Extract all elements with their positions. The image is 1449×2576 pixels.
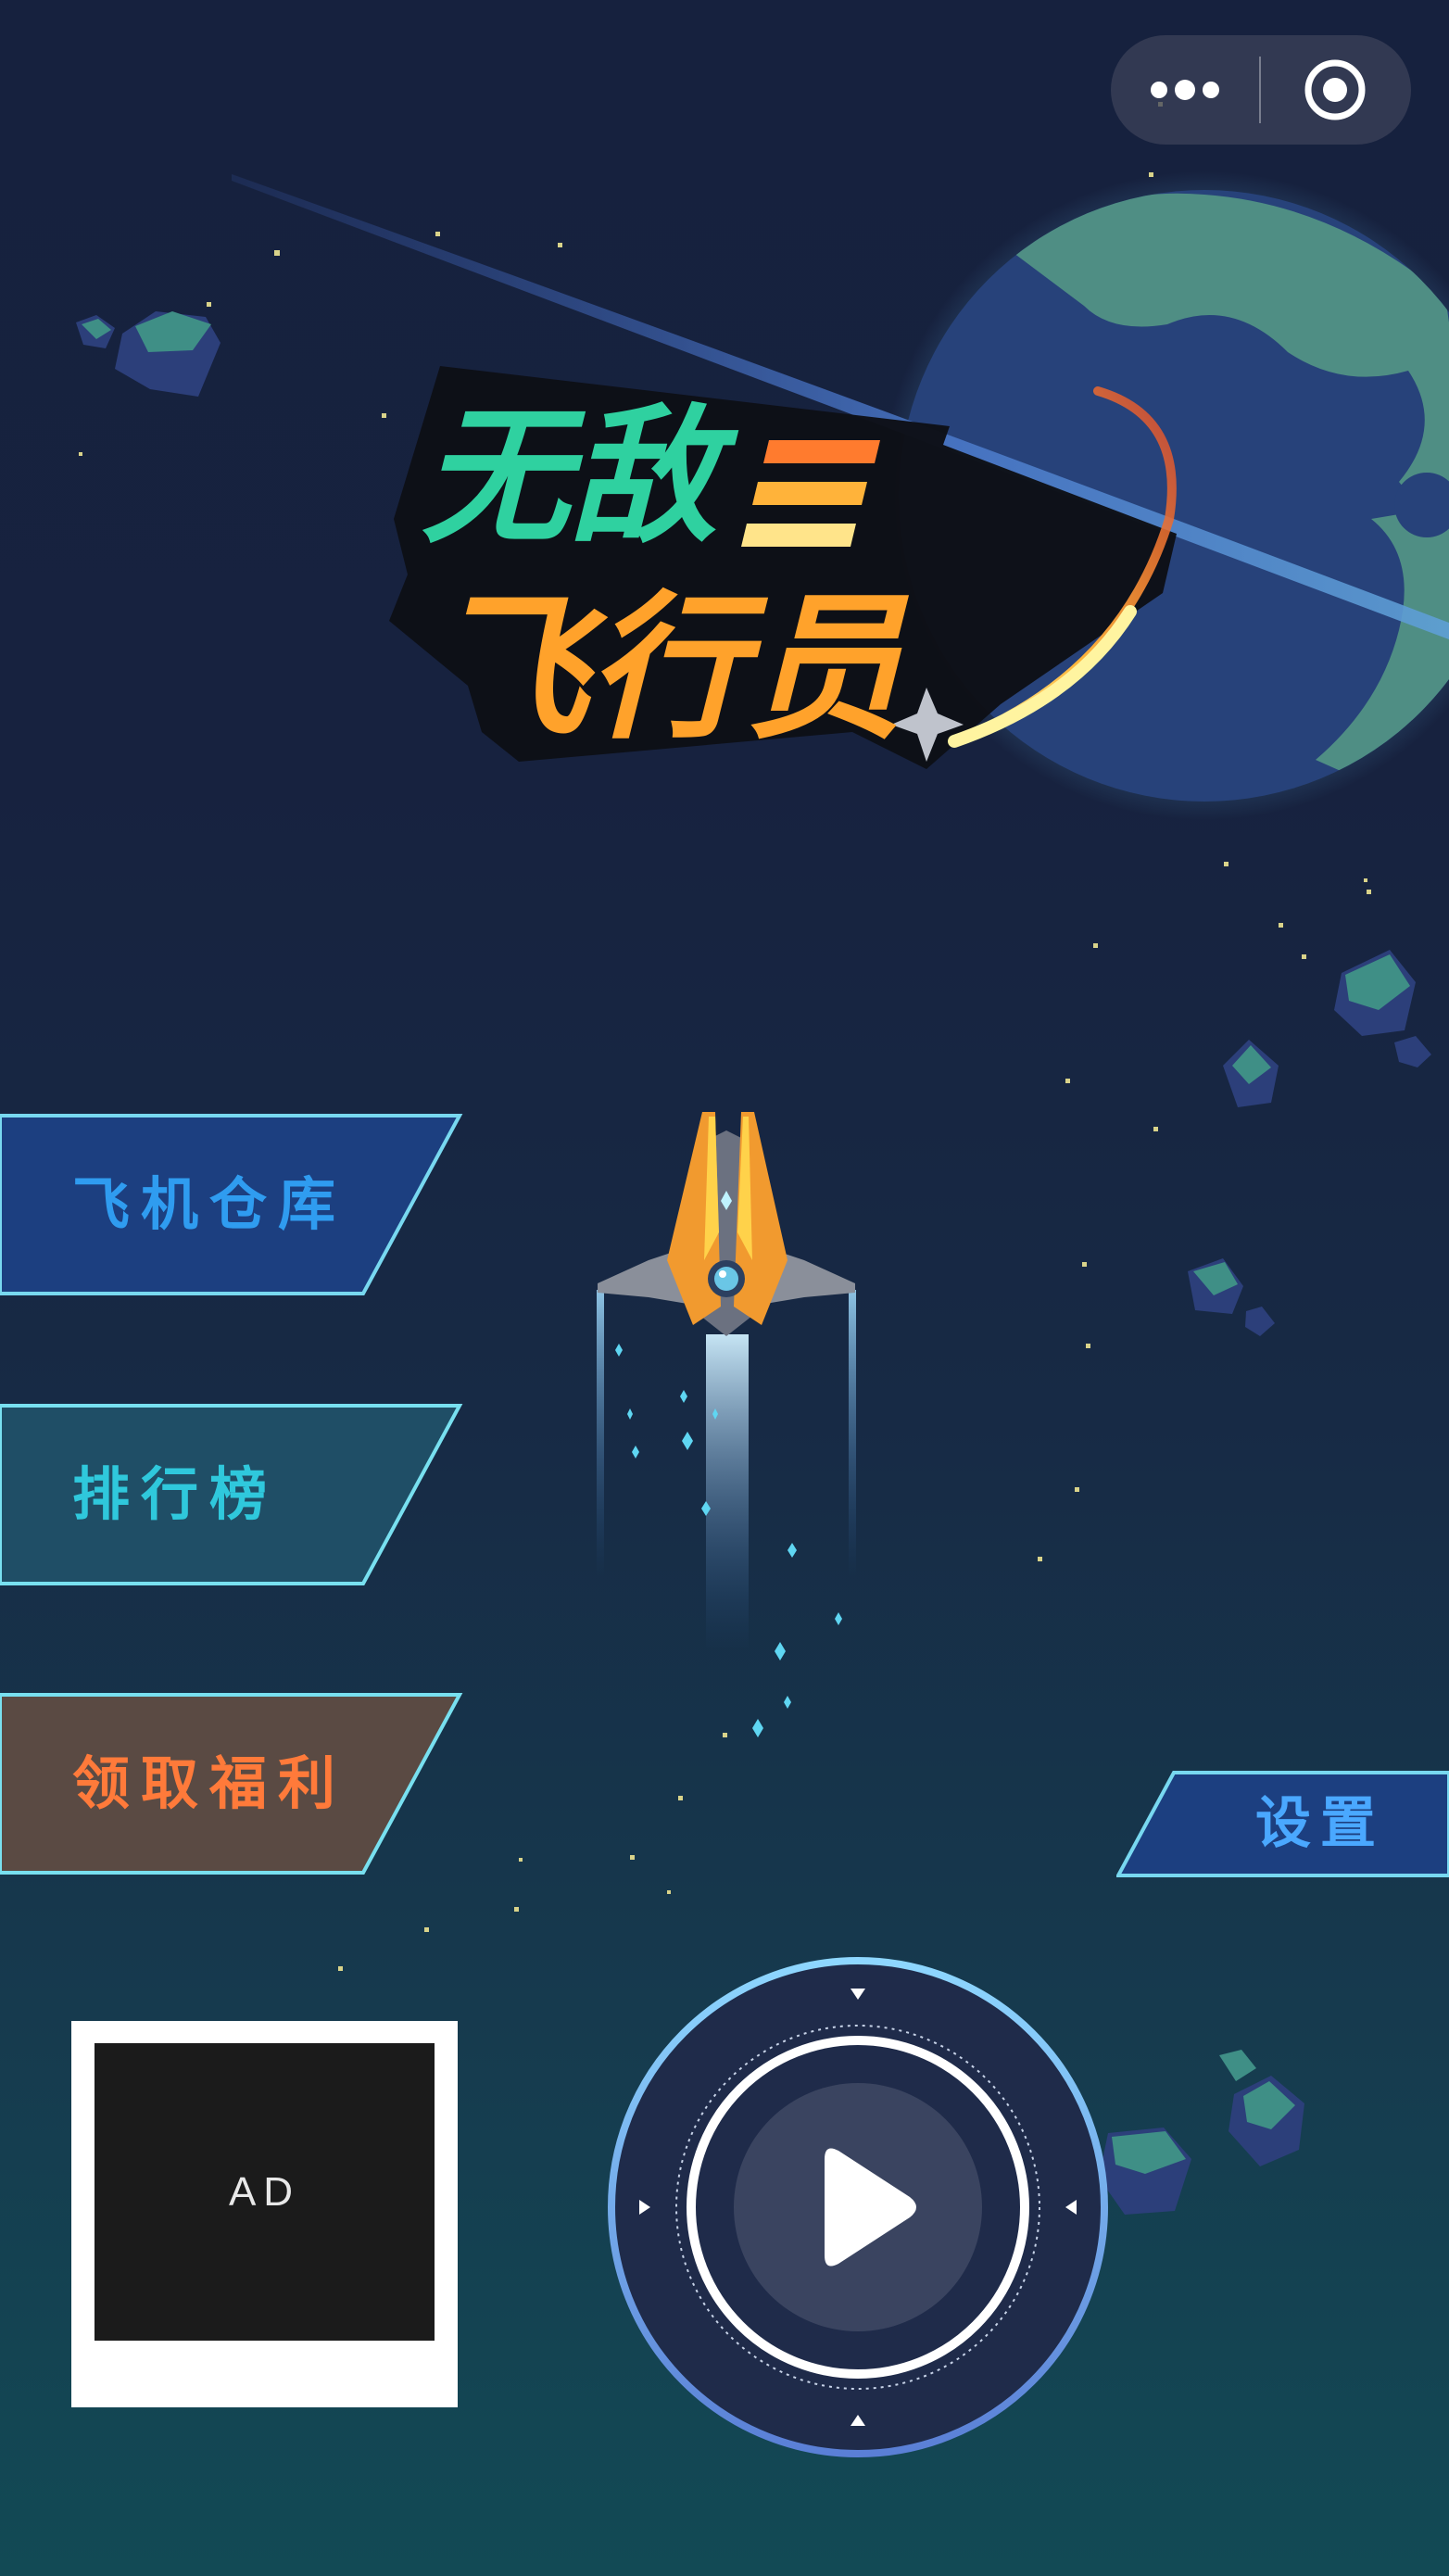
planet: [232, 171, 1449, 820]
target-circle-icon: [1304, 59, 1366, 120]
close-button[interactable]: [1261, 35, 1409, 145]
hangar-label: 飞机仓库: [72, 1170, 347, 1238]
ad-label: AD: [228, 2168, 301, 2215]
leaderboard-button[interactable]: 排行榜: [0, 1404, 463, 1585]
settings-button[interactable]: 设置: [1116, 1771, 1449, 1877]
bonus-button[interactable]: 领取福利: [0, 1693, 463, 1875]
play-button-graphic: [608, 1957, 1108, 2457]
hangar-button[interactable]: 飞机仓库: [0, 1114, 463, 1295]
ad-content: AD: [94, 2043, 435, 2341]
player-spaceship: [597, 1112, 856, 1649]
more-dots-icon: [1151, 80, 1219, 100]
bonus-label: 领取福利: [72, 1749, 347, 1817]
miniprogram-capsule: [1111, 35, 1411, 145]
ad-banner[interactable]: AD: [71, 2021, 458, 2407]
play-button[interactable]: [604, 1953, 1112, 2461]
leaderboard-label: 排行榜: [72, 1460, 279, 1528]
game-screen: 无敌 飞行员 飞机仓库 排行榜 领取福利 设置 AD: [0, 0, 1449, 2576]
settings-label: 设置: [1255, 1791, 1385, 1856]
more-button[interactable]: [1111, 35, 1259, 145]
